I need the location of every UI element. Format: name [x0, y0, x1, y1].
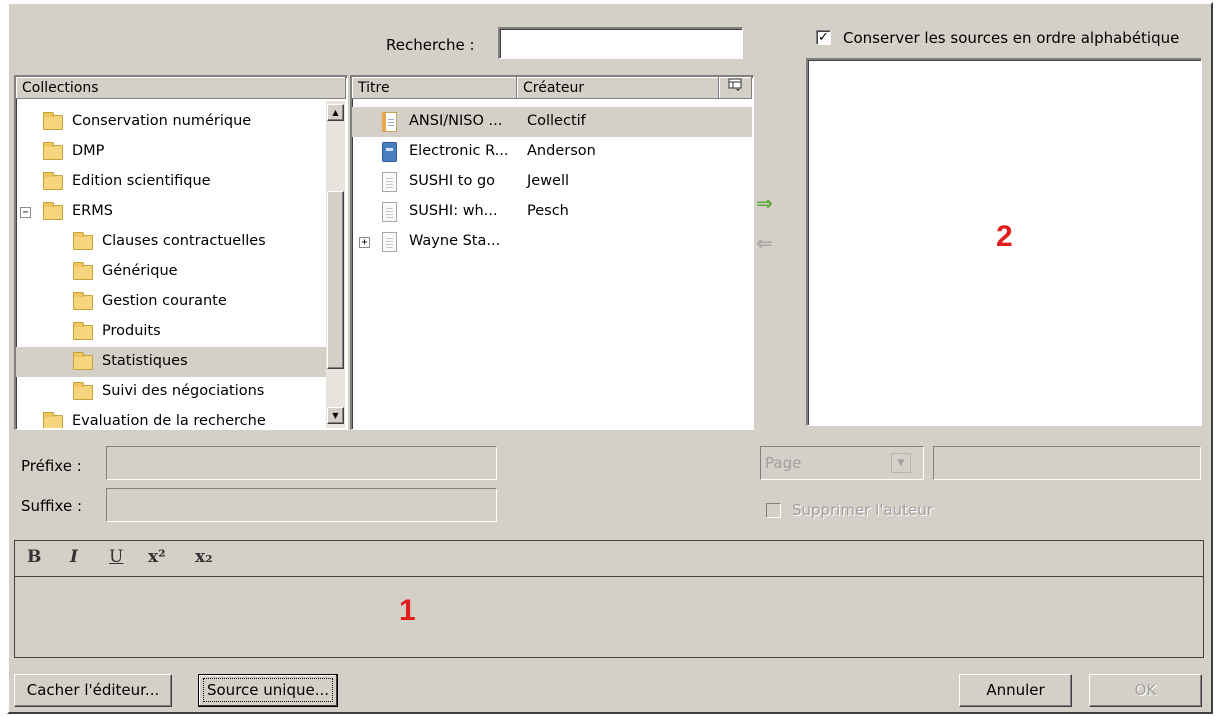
collections-header[interactable]: Collections — [16, 77, 346, 99]
table-row[interactable]: SUSHI to go Jewell — [352, 167, 752, 197]
collection-item[interactable]: Générique — [16, 257, 326, 287]
suffix-input[interactable] — [106, 488, 497, 522]
citation-dialog: Recherche : ✓ Conserver les sources en o… — [7, 2, 1213, 714]
add-source-arrow-icon[interactable]: ⇒ — [756, 191, 776, 215]
prefix-input[interactable] — [106, 446, 497, 480]
folder-icon — [73, 322, 93, 340]
sort-alphabetical-checkbox[interactable]: ✓ — [816, 30, 831, 45]
scroll-thumb[interactable] — [327, 191, 344, 369]
collapse-icon[interactable]: − — [20, 207, 31, 218]
document-icon — [382, 232, 397, 252]
folder-icon — [73, 352, 93, 370]
bold-button[interactable]: B — [27, 547, 41, 567]
column-header-creator[interactable]: Créateur — [517, 77, 719, 99]
editor-toolbar: B I U x² x₂ — [15, 541, 1203, 577]
editor-text-area[interactable]: 1 — [15, 578, 1203, 657]
annotation-2: 2 — [996, 220, 1013, 253]
collection-item[interactable]: Gestion courante — [16, 287, 326, 317]
selected-sources-list[interactable]: 2 — [806, 58, 1202, 426]
column-picker-icon[interactable] — [719, 77, 752, 99]
hide-editor-button[interactable]: Cacher l'éditeur... — [14, 674, 172, 707]
folder-icon — [43, 172, 63, 190]
table-row-selected[interactable]: ANSI/NISO ... Collectif — [352, 107, 752, 137]
document-icon — [382, 172, 397, 192]
expand-icon[interactable]: + — [359, 237, 370, 248]
locator-select-value: Page — [765, 454, 802, 472]
collection-item[interactable]: Edition scientifique — [16, 167, 326, 197]
collection-item[interactable]: Conservation numérique — [16, 107, 326, 137]
annotation-1: 1 — [399, 594, 416, 627]
search-label: Recherche : — [386, 36, 475, 54]
collection-item[interactable]: Produits — [16, 317, 326, 347]
folder-icon — [73, 292, 93, 310]
sort-alphabetical-label: Conserver les sources en ordre alphabéti… — [843, 29, 1180, 47]
remove-source-arrow-icon[interactable]: ⇐ — [756, 231, 776, 255]
collections-scrollbar[interactable]: ▲ ▼ — [326, 101, 345, 428]
suffix-label: Suffixe : — [21, 497, 82, 515]
suppress-author-label: Supprimer l'auteur — [792, 501, 933, 519]
document-icon — [382, 202, 397, 222]
collection-item[interactable]: Clauses contractuelles — [16, 227, 326, 257]
collection-item-selected[interactable]: Statistiques — [16, 347, 326, 377]
superscript-button[interactable]: x² — [148, 547, 166, 567]
folder-icon — [43, 142, 63, 160]
column-header-title[interactable]: Titre — [352, 77, 517, 99]
citation-editor: B I U x² x₂ 1 — [14, 540, 1204, 658]
folder-icon — [43, 202, 63, 220]
collections-list: Conservation numérique DMP Edition scien… — [16, 101, 326, 428]
folder-icon — [43, 412, 63, 428]
prefix-label: Préfixe : — [21, 457, 82, 475]
locator-select[interactable]: Page ▼ — [760, 446, 924, 480]
scroll-up-icon[interactable]: ▲ — [327, 104, 344, 121]
folder-icon — [43, 112, 63, 130]
collection-item[interactable]: − ERMS — [16, 197, 326, 227]
collections-tree[interactable]: Collections Conservation numérique DMP E… — [14, 75, 348, 430]
folder-icon — [73, 232, 93, 250]
subscript-button[interactable]: x₂ — [195, 547, 213, 567]
collection-item[interactable]: DMP — [16, 137, 326, 167]
table-row[interactable]: SUSHI: wh... Pesch — [352, 197, 752, 227]
chevron-down-icon[interactable]: ▼ — [891, 453, 911, 473]
underline-button[interactable]: U — [109, 547, 123, 567]
report-icon — [382, 112, 397, 132]
items-table[interactable]: Titre Créateur ANSI/NISO ... Collectif E… — [350, 75, 754, 430]
collection-item[interactable]: Evaluation de la recherche — [16, 407, 326, 428]
table-row[interactable]: Electronic R... Anderson — [352, 137, 752, 167]
suppress-author-checkbox[interactable] — [766, 503, 781, 518]
search-input[interactable] — [498, 27, 743, 59]
folder-icon — [73, 262, 93, 280]
book-icon — [382, 142, 397, 162]
collection-item[interactable]: Suivi des négociations — [16, 377, 326, 407]
single-source-button[interactable]: Source unique... — [198, 674, 338, 707]
locator-input[interactable] — [933, 446, 1201, 480]
italic-button[interactable]: I — [70, 547, 78, 567]
ok-button[interactable]: OK — [1089, 674, 1202, 707]
folder-icon — [73, 382, 93, 400]
cancel-button[interactable]: Annuler — [959, 674, 1072, 707]
table-row[interactable]: + Wayne Sta... — [352, 227, 752, 257]
scroll-down-icon[interactable]: ▼ — [327, 407, 344, 424]
